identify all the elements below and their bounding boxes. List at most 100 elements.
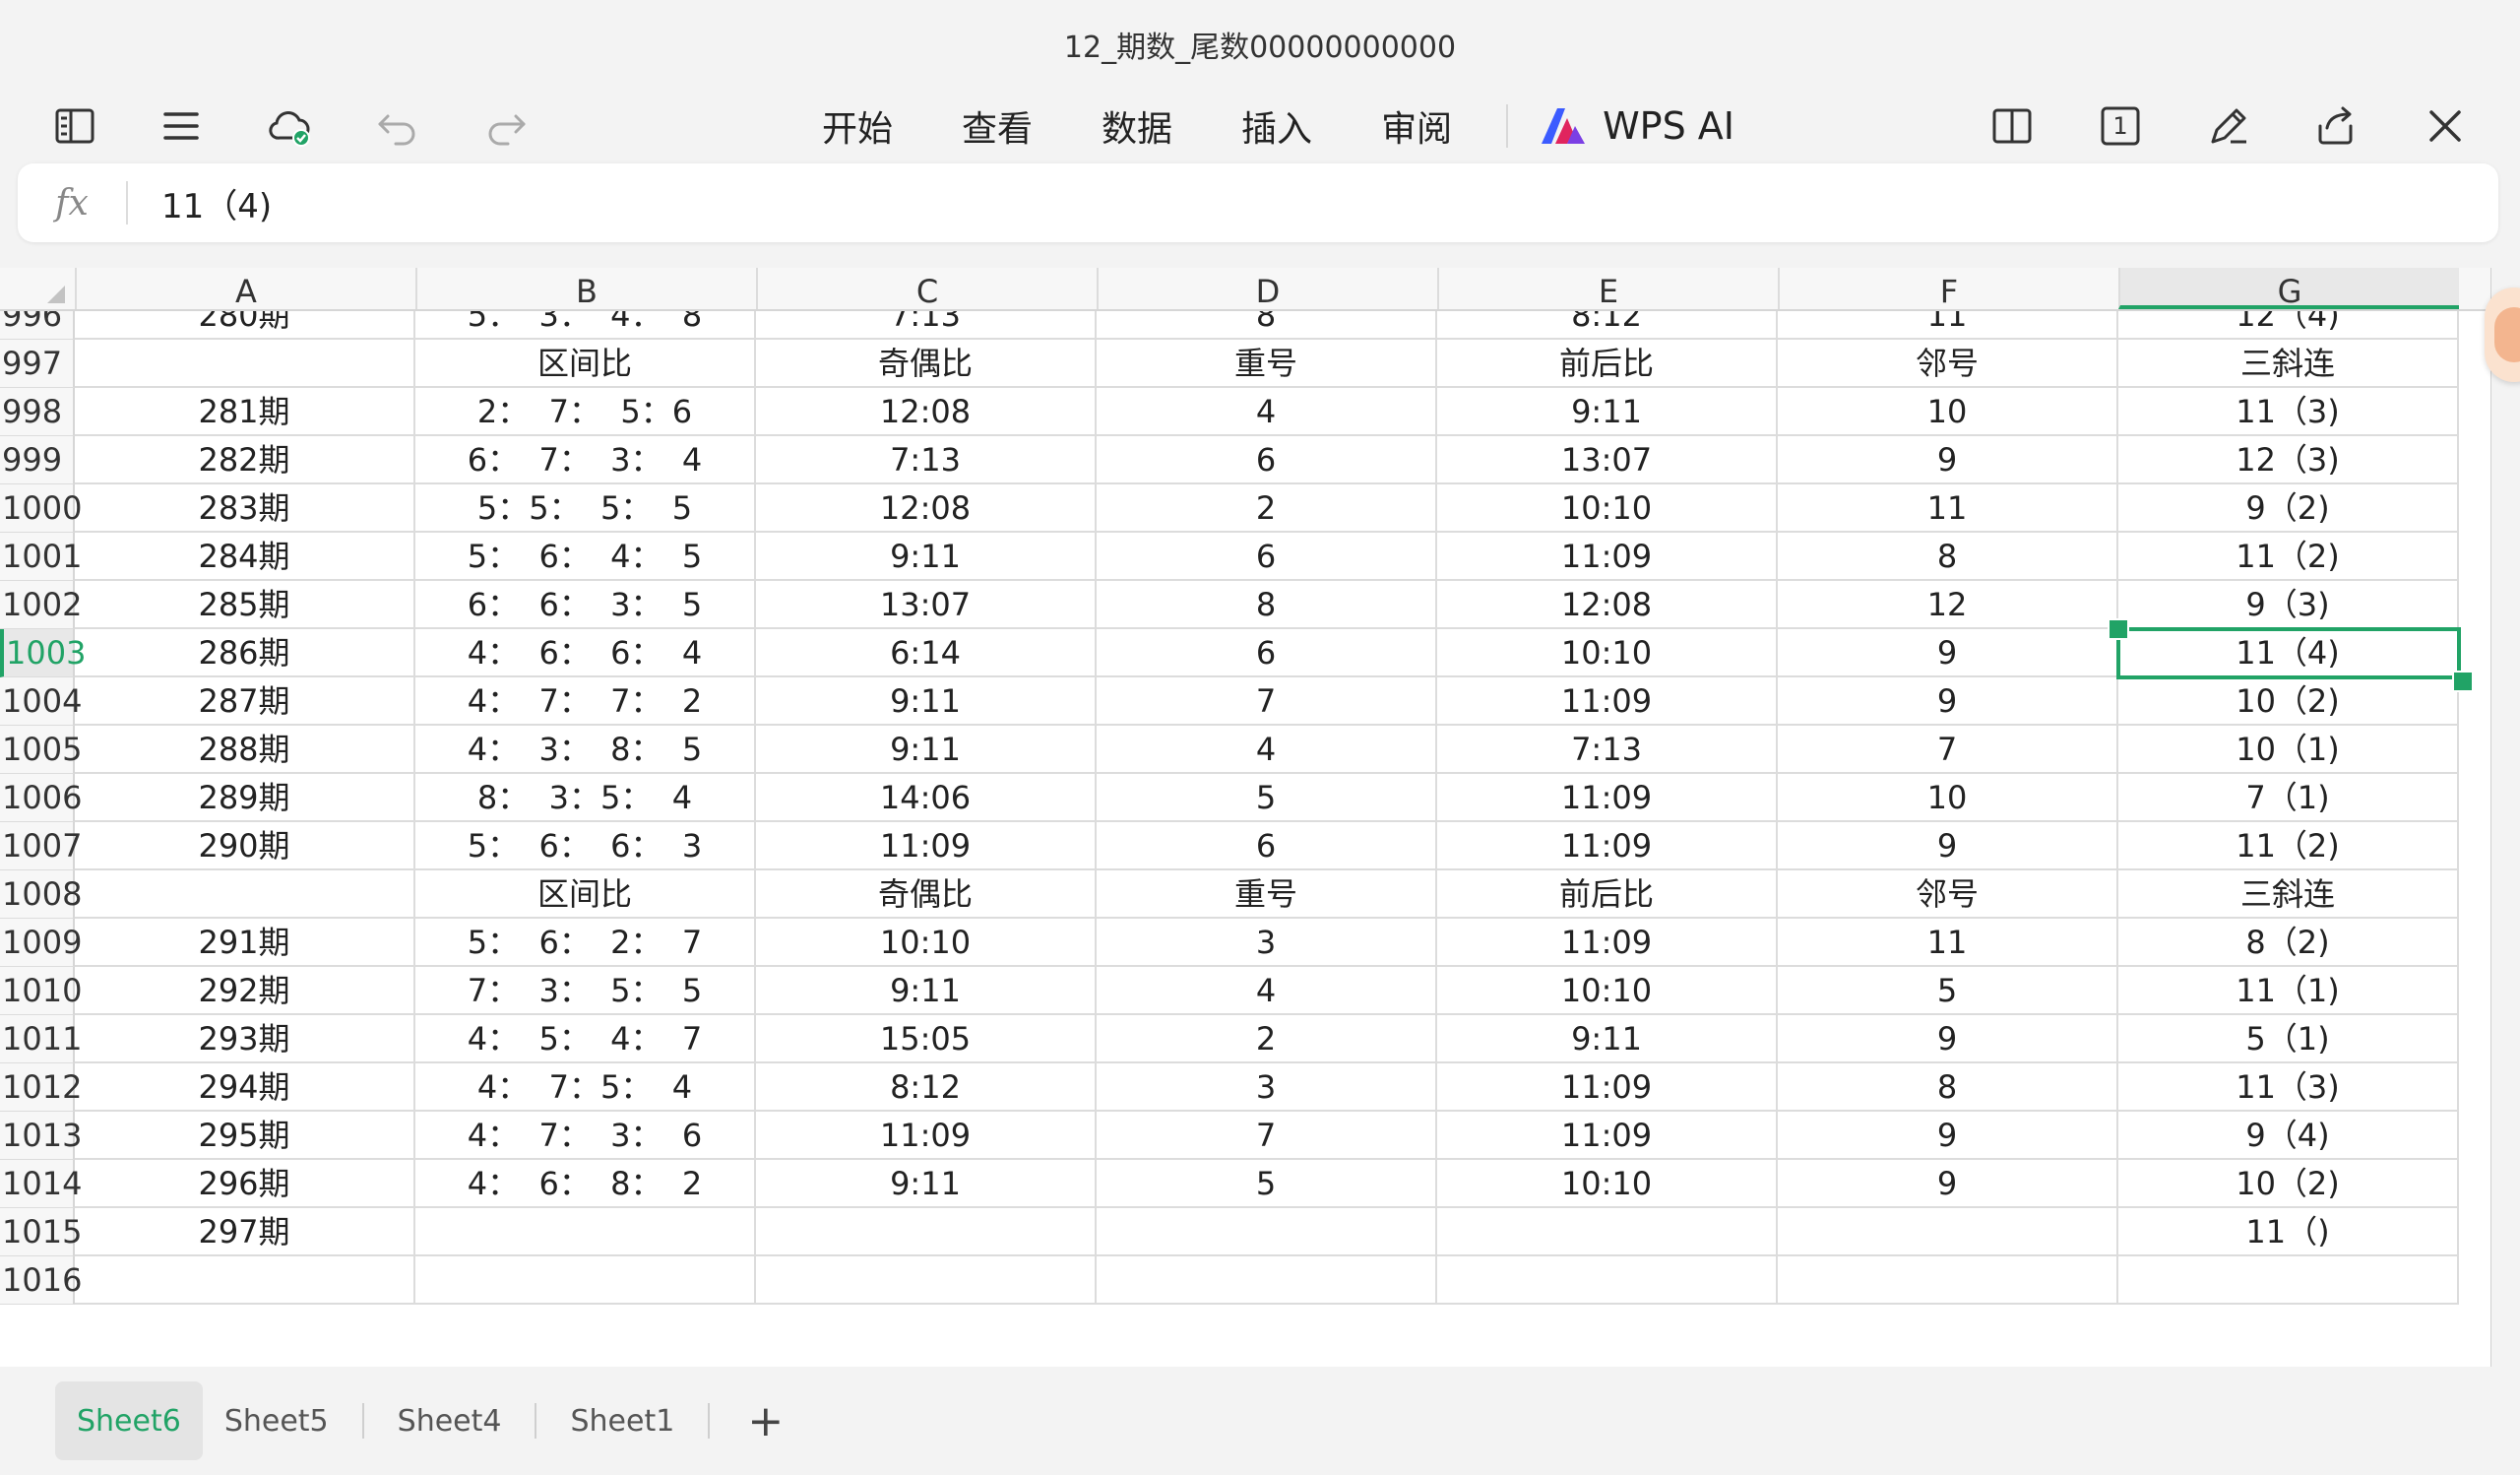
cell-f1004[interactable]: 9 (1778, 677, 2118, 726)
cell-a1015[interactable]: 297期 (75, 1208, 415, 1256)
cell-g1008[interactable]: 三斜连 (2118, 870, 2459, 919)
menu-view[interactable]: 查看 (927, 87, 1067, 165)
cell-f1000[interactable]: 11 (1778, 484, 2118, 533)
cell-g1001[interactable]: 11（2) (2118, 533, 2459, 581)
row-number[interactable]: 1005 (0, 726, 82, 774)
cell-e1009[interactable]: 11:09 (1437, 919, 1778, 967)
cell-f997[interactable]: 邻号 (1778, 340, 2118, 388)
menu-review[interactable]: 审阅 (1347, 87, 1486, 165)
cell-a1002[interactable]: 285期 (75, 581, 415, 629)
cell-f1009[interactable]: 11 (1778, 919, 2118, 967)
cell-d1015[interactable] (1097, 1208, 1437, 1256)
cell-a1010[interactable]: 292期 (75, 967, 415, 1015)
cell-g999[interactable]: 12（3) (2118, 436, 2459, 484)
cell-e1013[interactable]: 11:09 (1437, 1112, 1778, 1160)
cell-f1005[interactable]: 7 (1778, 726, 2118, 774)
cell-f1016[interactable] (1778, 1256, 2118, 1305)
cell-b999[interactable]: 6： 7： 3： 4 (415, 436, 756, 484)
row-number[interactable]: 1002 (0, 581, 82, 629)
wps-ai-button[interactable]: WPS AI (1528, 104, 1734, 148)
cell-a1012[interactable]: 294期 (75, 1063, 415, 1112)
cell-c1008[interactable]: 奇偶比 (756, 870, 1097, 919)
row-number[interactable]: 1008 (0, 870, 82, 919)
cell-g1002[interactable]: 9（3) (2118, 581, 2459, 629)
cell-d1011[interactable]: 2 (1097, 1015, 1437, 1063)
cell-b1007[interactable]: 5： 6： 6： 3 (415, 822, 756, 870)
menu-data[interactable]: 数据 (1067, 87, 1207, 165)
cell-e1011[interactable]: 9:11 (1437, 1015, 1778, 1063)
cell-d1007[interactable]: 6 (1097, 822, 1437, 870)
row-number[interactable]: 1000 (0, 484, 82, 533)
cell-b1006[interactable]: 8： 3：5： 4 (415, 774, 756, 822)
cell-b1009[interactable]: 5： 6： 2： 7 (415, 919, 756, 967)
cell-f998[interactable]: 10 (1778, 388, 2118, 436)
row-number[interactable]: 1009 (0, 919, 82, 967)
cell-g997[interactable]: 三斜连 (2118, 340, 2459, 388)
floating-assistant-avatar[interactable] (2485, 288, 2520, 382)
cell-d997[interactable]: 重号 (1097, 340, 1437, 388)
add-sheet-button[interactable]: + (722, 1396, 809, 1446)
cell-a1001[interactable]: 284期 (75, 533, 415, 581)
cell-b1003[interactable]: 4： 6： 6： 4 (415, 629, 756, 677)
cell-f1012[interactable]: 8 (1778, 1063, 2118, 1112)
cell-a1016[interactable] (75, 1256, 415, 1305)
cell-b1005[interactable]: 4： 3： 8： 5 (415, 726, 756, 774)
cell-d1010[interactable]: 4 (1097, 967, 1437, 1015)
column-header-e[interactable]: E (1437, 268, 1778, 310)
cell-c998[interactable]: 12:08 (756, 388, 1097, 436)
cell-c1011[interactable]: 15:05 (756, 1015, 1097, 1063)
row-number[interactable]: 1003 (0, 629, 86, 677)
cell-d1004[interactable]: 7 (1097, 677, 1437, 726)
cell-g1003[interactable]: 11（4) (2118, 629, 2459, 677)
cell-b1012[interactable]: 4： 7：5： 4 (415, 1063, 756, 1112)
cell-d1009[interactable]: 3 (1097, 919, 1437, 967)
cell-b1013[interactable]: 4： 7： 3： 6 (415, 1112, 756, 1160)
cell-e1006[interactable]: 11:09 (1437, 774, 1778, 822)
cell-g1000[interactable]: 9（2) (2118, 484, 2459, 533)
cell-g1016[interactable] (2118, 1256, 2459, 1305)
selection-handle-bottom-right[interactable] (2452, 671, 2474, 692)
row-number[interactable]: 1007 (0, 822, 82, 870)
cell-c1009[interactable]: 10:10 (756, 919, 1097, 967)
cell-d998[interactable]: 4 (1097, 388, 1437, 436)
cell-c1007[interactable]: 11:09 (756, 822, 1097, 870)
row-number[interactable]: 1004 (0, 677, 82, 726)
cell-c1001[interactable]: 9:11 (756, 533, 1097, 581)
cell-a1014[interactable]: 296期 (75, 1160, 415, 1208)
redo-icon[interactable] (474, 95, 537, 158)
cell-g1007[interactable]: 11（2) (2118, 822, 2459, 870)
row-number[interactable]: 997 (0, 340, 75, 388)
row-number[interactable]: 1010 (0, 967, 82, 1015)
sidebar-icon[interactable] (43, 95, 106, 158)
page-count-icon[interactable]: 1 (2089, 95, 2152, 158)
menu-start[interactable]: 开始 (788, 87, 927, 165)
cell-d1003[interactable]: 6 (1097, 629, 1437, 677)
cell-a1011[interactable]: 293期 (75, 1015, 415, 1063)
cell-b1015[interactable] (415, 1208, 756, 1256)
column-header-b[interactable]: B (415, 268, 756, 310)
cell-g1009[interactable]: 8（2) (2118, 919, 2459, 967)
cell-f1001[interactable]: 8 (1778, 533, 2118, 581)
fx-icon[interactable]: fx (18, 183, 126, 224)
column-header-f[interactable]: F (1778, 268, 2118, 310)
cell-d1012[interactable]: 3 (1097, 1063, 1437, 1112)
cell-d1014[interactable]: 5 (1097, 1160, 1437, 1208)
cell-b1001[interactable]: 5： 6： 4： 5 (415, 533, 756, 581)
cell-a1007[interactable]: 290期 (75, 822, 415, 870)
cell-c1002[interactable]: 13:07 (756, 581, 1097, 629)
cell-d1013[interactable]: 7 (1097, 1112, 1437, 1160)
cell-e1003[interactable]: 10:10 (1437, 629, 1778, 677)
cell-a1009[interactable]: 291期 (75, 919, 415, 967)
cell-g1011[interactable]: 5（1) (2118, 1015, 2459, 1063)
cell-g1015[interactable]: 11（) (2118, 1208, 2459, 1256)
row-number[interactable]: 1006 (0, 774, 82, 822)
cell-e1012[interactable]: 11:09 (1437, 1063, 1778, 1112)
cell-a1004[interactable]: 287期 (75, 677, 415, 726)
cell-b1010[interactable]: 7： 3： 5： 5 (415, 967, 756, 1015)
cell-a1003[interactable]: 286期 (75, 629, 415, 677)
cell-e999[interactable]: 13:07 (1437, 436, 1778, 484)
cell-e1007[interactable]: 11:09 (1437, 822, 1778, 870)
row-number[interactable]: 1011 (0, 1015, 82, 1063)
cell-g1004[interactable]: 10（2) (2118, 677, 2459, 726)
cell-b1014[interactable]: 4： 6： 8： 2 (415, 1160, 756, 1208)
